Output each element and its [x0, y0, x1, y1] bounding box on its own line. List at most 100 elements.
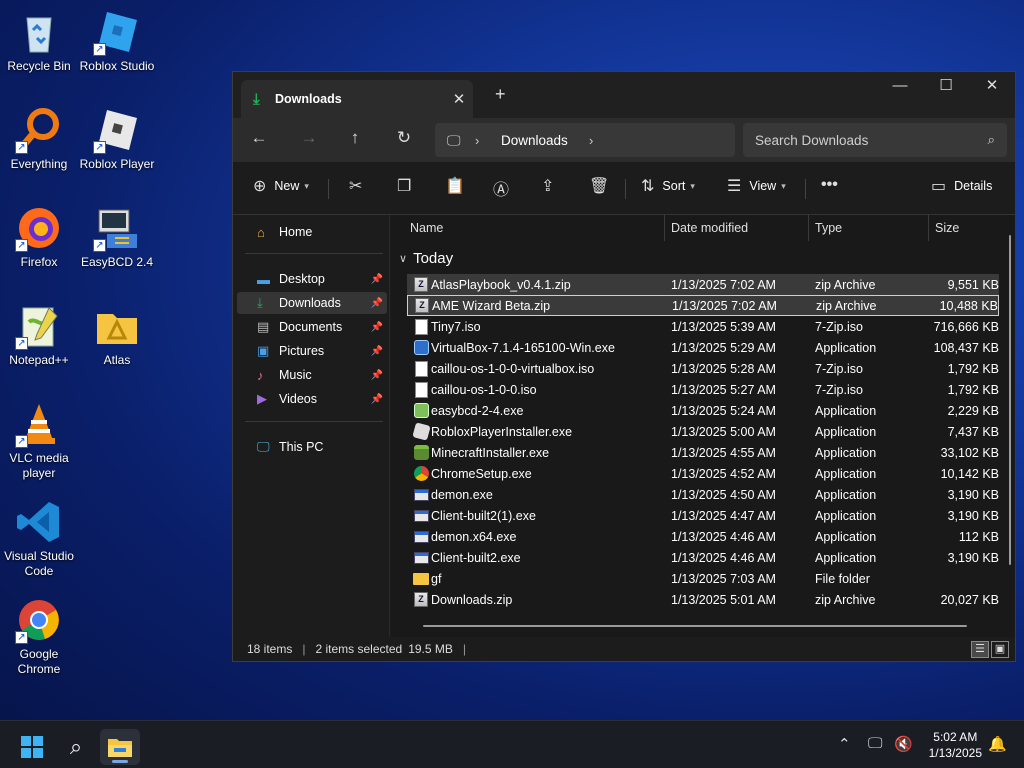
desktop-icon-roblox-studio[interactable]: ↗ Roblox Studio	[78, 8, 156, 74]
network-icon[interactable]: 🖵	[868, 735, 882, 752]
desktop-icon-notepadpp[interactable]: ↗ Notepad++	[0, 302, 78, 368]
tab-downloads[interactable]: ⤓ Downloads ✕	[241, 80, 473, 118]
desktop-icon-easybcd[interactable]: ↗ EasyBCD 2.4	[78, 204, 156, 270]
file-row[interactable]: Tiny7.iso 1/13/2025 5:39 AM 7-Zip.iso 716,6…	[407, 316, 999, 337]
cut-button[interactable]: ✂	[349, 176, 370, 196]
file-row[interactable]: gf 1/13/2025 7:03 AM File folder	[407, 568, 999, 589]
search-icon: ⌕	[69, 734, 83, 759]
file-name: caillou-os-1-0-0-virtualbox.iso	[431, 361, 595, 376]
chrome-icon: ↗	[15, 596, 63, 644]
share-button[interactable]: ⇪	[541, 176, 562, 196]
more-options-button[interactable]: •••	[821, 176, 846, 194]
start-button[interactable]	[12, 729, 52, 765]
nav-item-desktop[interactable]: ▬ Desktop 📌	[237, 268, 387, 290]
selection-size: 19.5 MB	[408, 642, 453, 656]
clock-date: 1/13/2025	[928, 746, 982, 760]
search-box[interactable]: Search Downloads ⌕	[743, 123, 1007, 157]
desktop-icon-everything[interactable]: ↗ Everything	[0, 106, 78, 172]
taskbar-search-button[interactable]: ⌕	[56, 729, 96, 765]
maximize-button[interactable]: ☐	[923, 72, 969, 102]
file-row[interactable]: caillou-os-1-0-0.iso 1/13/2025 5:27 AM 7-Z…	[407, 379, 999, 400]
file-row[interactable]: VirtualBox-7.1.4-165100-Win.exe 1/13/2025…	[407, 337, 999, 358]
rename-button[interactable]: Ⓐ	[493, 176, 517, 200]
file-date: 1/13/2025 5:28 AM	[671, 361, 776, 376]
file-row[interactable]: Z Downloads.zip 1/13/2025 5:01 AM zip Archi…	[407, 589, 999, 610]
volume-muted-icon[interactable]: 🔇	[894, 735, 913, 753]
column-header-name[interactable]: Name	[410, 221, 443, 235]
copy-icon: ❐	[397, 178, 412, 195]
group-header-today[interactable]: ∨ Today	[399, 250, 453, 267]
address-bar[interactable]: 🖵 › Downloads ›	[435, 123, 735, 157]
desktop-icon-firefox[interactable]: ↗ Firefox	[0, 204, 78, 270]
file-row[interactable]: MinecraftInstaller.exe 1/13/2025 4:55 AM A…	[407, 442, 999, 463]
file-date: 1/13/2025 5:24 AM	[671, 403, 776, 418]
nav-item-downloads[interactable]: ⤓ Downloads 📌	[237, 292, 387, 314]
file-row[interactable]: ChromeSetup.exe 1/13/2025 4:52 AM Applicat…	[407, 463, 999, 484]
up-button[interactable]: ↑	[341, 128, 369, 148]
forward-button[interactable]: →	[295, 128, 323, 148]
desktop-icon-chrome[interactable]: ↗ Google Chrome	[0, 596, 78, 677]
horizontal-scrollbar[interactable]	[423, 625, 967, 627]
file-row[interactable]: RobloxPlayerInstaller.exe 1/13/2025 5:00 …	[407, 421, 999, 442]
nav-item-music[interactable]: ♪ Music 📌	[237, 364, 387, 386]
file-row[interactable]: Z AtlasPlaybook_v0.4.1.zip 1/13/2025 7:02 …	[407, 274, 999, 295]
desktop-icon-vlc[interactable]: ↗ VLC media player	[0, 400, 78, 481]
file-row[interactable]: caillou-os-1-0-0-virtualbox.iso 1/13/2025…	[407, 358, 999, 379]
file-type: Application	[815, 403, 877, 418]
delete-button[interactable]: 🗑	[589, 176, 617, 196]
file-date: 1/13/2025 4:46 AM	[671, 529, 776, 544]
clipboard-icon: 📋	[445, 178, 465, 195]
file-row[interactable]: demon.exe 1/13/2025 4:50 AM Application 3,1…	[407, 484, 999, 505]
refresh-button[interactable]: ↻	[390, 128, 418, 148]
nav-item-pictures[interactable]: ▣ Pictures 📌	[237, 340, 387, 362]
column-header-type[interactable]: Type	[815, 221, 842, 235]
file-type: zip Archive	[815, 277, 876, 292]
vertical-scrollbar[interactable]	[1009, 235, 1011, 565]
sort-button[interactable]: ⇅ Sort ▾	[641, 176, 695, 196]
show-hidden-icons-chevron-icon[interactable]: ⌃	[838, 735, 851, 753]
paste-button[interactable]: 📋	[445, 176, 473, 196]
exe-icon	[411, 550, 431, 566]
close-window-button[interactable]: ✕	[969, 72, 1015, 102]
details-view-icon[interactable]: ☰	[971, 641, 989, 658]
back-button[interactable]: ←	[245, 128, 273, 148]
details-pane-button[interactable]: ▭ Details	[931, 176, 992, 196]
file-size: 2,229 KB	[947, 403, 999, 418]
nav-item-videos[interactable]: ▶ Videos 📌	[237, 388, 387, 410]
file-icon	[411, 381, 431, 398]
minimize-button[interactable]: —	[877, 72, 923, 102]
breadcrumb-downloads[interactable]: Downloads	[501, 133, 589, 148]
taskbar-file-explorer[interactable]	[100, 729, 140, 765]
nav-item-home[interactable]: ⌂ Home	[237, 221, 387, 243]
new-button[interactable]: ⊕ New ▾	[253, 176, 309, 196]
column-header-size[interactable]: Size	[935, 221, 959, 235]
desktop-icon-recycle-bin[interactable]: Recycle Bin	[0, 8, 78, 74]
file-row[interactable]: Z AME Wizard Beta.zip 1/13/2025 7:02 AM zip…	[407, 295, 999, 316]
file-row[interactable]: demon.x64.exe 1/13/2025 4:46 AM Applicatio…	[407, 526, 999, 547]
close-tab-icon[interactable]: ✕	[445, 90, 473, 108]
copy-button[interactable]: ❐	[397, 176, 419, 196]
desktop-icon-atlas[interactable]: Atlas	[78, 302, 156, 368]
desktop-icon-roblox-player[interactable]: ↗ Roblox Player	[78, 106, 156, 172]
file-name: gf	[431, 571, 442, 586]
windows-logo-icon	[21, 736, 43, 758]
column-header-date[interactable]: Date modified	[671, 221, 748, 235]
notifications-bell-icon[interactable]: 🔔	[988, 735, 1007, 753]
share-icon: ⇪	[541, 178, 555, 195]
file-type: Application	[815, 340, 877, 355]
pin-icon: 📌	[370, 321, 383, 333]
nav-item-this-pc[interactable]: 🖵 This PC	[237, 436, 387, 458]
view-button[interactable]: ☰ View ▾	[727, 176, 786, 196]
desktop-icon-vscode[interactable]: Visual Studio Code	[0, 498, 78, 579]
system-clock[interactable]: 5:02 AM 1/13/2025	[929, 729, 982, 761]
new-tab-button[interactable]: +	[495, 84, 506, 105]
nav-item-documents[interactable]: ▤ Documents 📌	[237, 316, 387, 338]
clock-time: 5:02 AM	[933, 730, 978, 744]
file-row[interactable]: easybcd-2-4.exe 1/13/2025 5:24 AM Applicat…	[407, 400, 999, 421]
file-name: Client-built2(1).exe	[431, 508, 536, 523]
file-row[interactable]: Client-built2.exe 1/13/2025 4:46 AM Applic…	[407, 547, 999, 568]
chevron-right-icon[interactable]: ›	[589, 133, 615, 148]
vlc-icon: ↗	[15, 400, 63, 448]
tiles-view-icon[interactable]: ▣	[991, 641, 1009, 658]
file-row[interactable]: Client-built2(1).exe 1/13/2025 4:47 AM App…	[407, 505, 999, 526]
